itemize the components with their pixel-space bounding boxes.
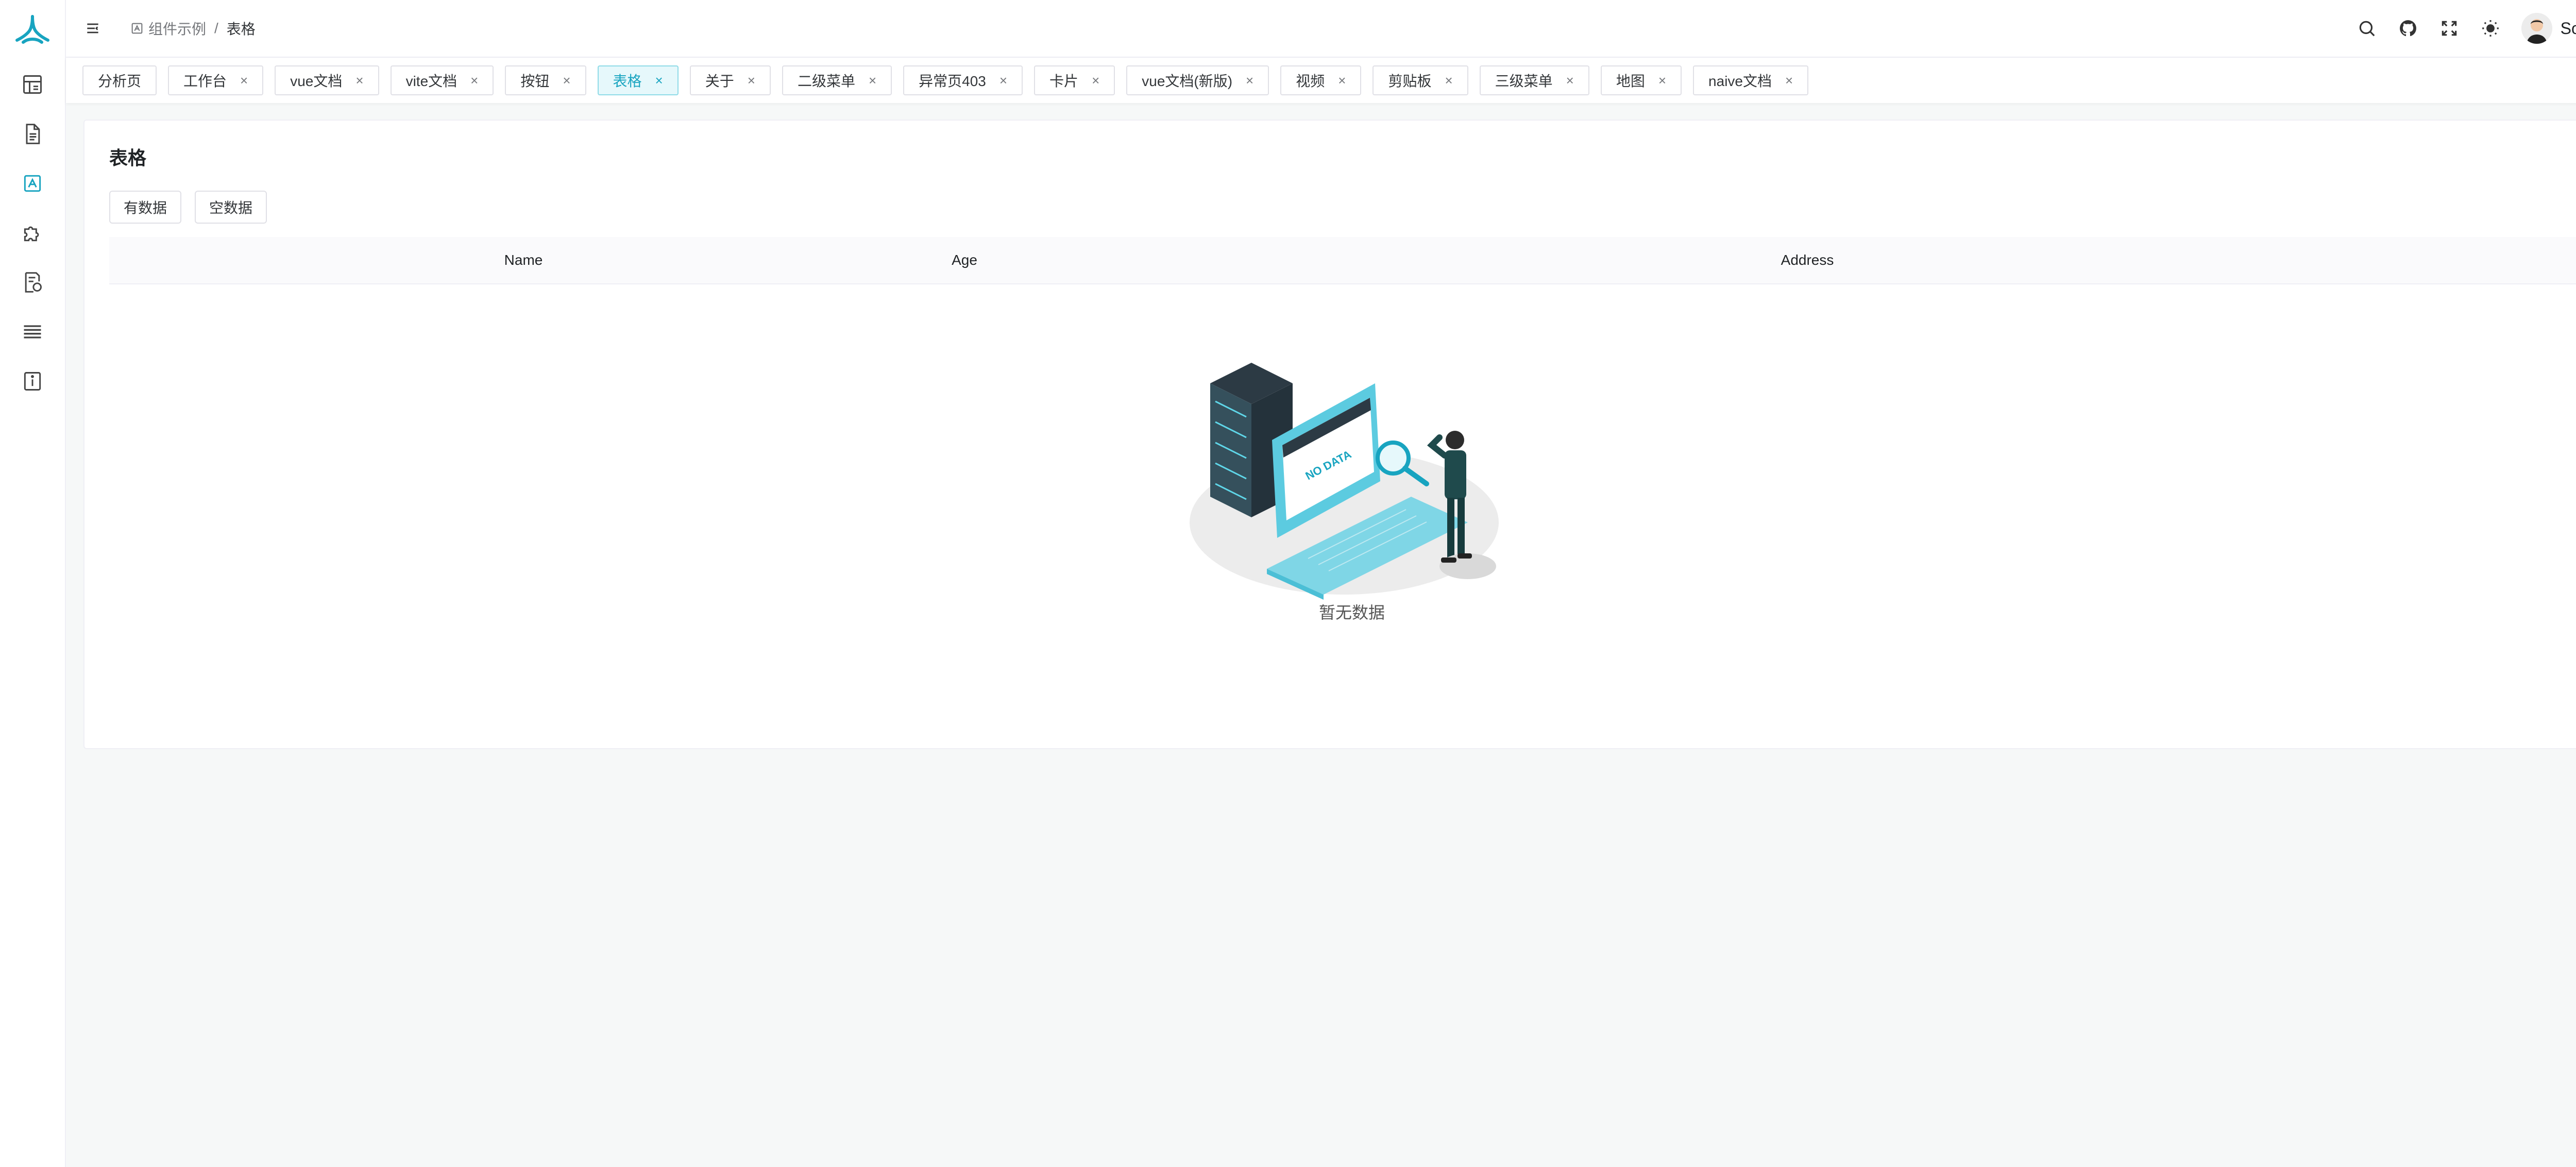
tab-third-menu[interactable]: 三级菜单 × xyxy=(1479,65,1589,95)
exception-icon xyxy=(25,272,42,293)
tab-label: 地图 xyxy=(1616,73,1645,89)
sidebar-item-menu[interactable] xyxy=(0,307,65,357)
tab-second-menu[interactable]: 二级菜单 × xyxy=(782,65,892,95)
breadcrumb-label: 表格 xyxy=(226,21,256,37)
tab-label: 卡片 xyxy=(1049,73,1079,89)
tabs: 分析页 工作台 × vue文档 × vite文档 × 按钮 × 表格 × 关于 × 二级菜单… xyxy=(82,65,1820,95)
tab-close-icon[interactable]: × xyxy=(563,74,570,87)
search-icon xyxy=(2359,21,2375,37)
tab-close-icon[interactable]: × xyxy=(999,74,1007,87)
tab-label: 表格 xyxy=(613,73,642,89)
avatar xyxy=(2521,13,2552,44)
sidebar-item-document[interactable] xyxy=(0,109,65,159)
tab-vite-docs[interactable]: vite文档 × xyxy=(390,65,494,95)
document-icon xyxy=(26,124,40,144)
sidebar-item-about[interactable] xyxy=(0,357,65,406)
tab-close-icon[interactable]: × xyxy=(1092,74,1099,87)
tab-close-icon[interactable]: × xyxy=(240,74,248,87)
component-icon xyxy=(24,175,41,192)
card-title: 表格 xyxy=(109,147,147,168)
tab-label: 分析页 xyxy=(98,73,142,89)
tab-label: 二级菜单 xyxy=(797,73,855,89)
tab-close-icon[interactable]: × xyxy=(869,74,876,87)
tab-label: 视频 xyxy=(1296,73,1325,89)
top-header: 组件示例 / 表格 Soyb xyxy=(66,0,2576,58)
sidebar-item-component[interactable] xyxy=(0,159,65,208)
collapse-menu-icon xyxy=(87,23,98,33)
tab-map[interactable]: 地图 × xyxy=(1600,65,1682,95)
tab-analysis[interactable]: 分析页 xyxy=(82,65,157,95)
plugin-icon xyxy=(24,226,39,242)
tab-video[interactable]: 视频 × xyxy=(1280,65,1362,95)
tab-clipboard[interactable]: 剪贴板 × xyxy=(1372,65,1468,95)
theme-sun-icon xyxy=(2482,20,2499,37)
component-icon xyxy=(131,23,143,34)
search-button[interactable] xyxy=(2346,8,2387,49)
tab-label: vue文档 xyxy=(290,73,343,89)
tab-close-icon[interactable]: × xyxy=(1338,74,1346,87)
tab-vue-docs-new[interactable]: vue文档(新版) × xyxy=(1126,65,1269,95)
tab-table[interactable]: 表格 × xyxy=(597,65,679,95)
tab-label: vue文档(新版) xyxy=(1142,73,1233,89)
tab-close-icon[interactable]: × xyxy=(1658,74,1666,87)
breadcrumb-item-table[interactable]: 表格 xyxy=(227,18,256,39)
tab-close-icon[interactable]: × xyxy=(655,74,663,87)
tab-close-icon[interactable]: × xyxy=(1785,74,1793,87)
tab-close-icon[interactable]: × xyxy=(1246,74,1253,87)
fullscreen-icon xyxy=(2442,21,2456,36)
empty-state: NO DATA 暂无数据 xyxy=(84,363,2576,623)
column-header-age[interactable]: Age xyxy=(952,252,977,268)
tab-bar: 分析页 工作台 × vue文档 × vite文档 × 按钮 × 表格 × 关于 × 二级菜单… xyxy=(66,58,2576,103)
breadcrumb-item-components[interactable]: 组件示例 xyxy=(130,18,206,39)
no-data-illustration: NO DATA xyxy=(1190,363,1499,600)
empty-state-text: 暂无数据 xyxy=(1318,603,1385,622)
tab-close-icon[interactable]: × xyxy=(1445,74,1452,87)
collapse-menu-button[interactable] xyxy=(80,16,105,41)
tab-label: 三级菜单 xyxy=(1495,73,1553,89)
tab-close-icon[interactable]: × xyxy=(1566,74,1574,87)
tab-close-icon[interactable]: × xyxy=(355,74,363,87)
breadcrumb-label: 组件示例 xyxy=(148,21,207,37)
theme-toggle-button[interactable] xyxy=(2470,8,2511,49)
username: Soybean xyxy=(2560,19,2576,38)
button-row: 有数据 空数据 xyxy=(109,191,280,224)
tab-exception-403[interactable]: 异常页403 × xyxy=(903,65,1023,95)
app-logo[interactable] xyxy=(14,12,51,49)
tab-card[interactable]: 卡片 × xyxy=(1034,65,1115,95)
tab-label: 关于 xyxy=(705,73,734,89)
fullscreen-button[interactable] xyxy=(2429,8,2470,49)
tab-vue-docs[interactable]: vue文档 × xyxy=(275,65,379,95)
tab-label: 剪贴板 xyxy=(1388,73,1432,89)
sidebar xyxy=(0,0,66,1167)
header-actions: Soybean xyxy=(2346,8,2576,49)
table-header: Name Age Address xyxy=(109,237,2576,284)
sidebar-item-dashboard[interactable] xyxy=(0,60,65,109)
about-icon xyxy=(24,372,41,391)
empty-data-button[interactable]: 空数据 xyxy=(195,191,267,224)
table-card: 表格 有数据 空数据 Name Age Address NO DATA 暂无数据 xyxy=(83,120,2576,749)
breadcrumb-separator: / xyxy=(214,20,218,36)
sidebar-item-plugin[interactable] xyxy=(0,208,65,258)
sidebar-item-exception[interactable] xyxy=(0,258,65,307)
tab-about[interactable]: 关于 × xyxy=(689,65,771,95)
tab-label: 按钮 xyxy=(520,73,550,89)
tab-button[interactable]: 按钮 × xyxy=(505,65,586,95)
tab-label: naive文档 xyxy=(1708,73,1772,89)
tab-label: vite文档 xyxy=(405,73,457,89)
tab-close-icon[interactable]: × xyxy=(470,74,478,87)
tab-label: 异常页403 xyxy=(919,73,986,89)
column-header-address[interactable]: Address xyxy=(1781,252,1834,268)
column-header-name[interactable]: Name xyxy=(504,252,543,268)
tab-workbench[interactable]: 工作台 × xyxy=(168,65,264,95)
tab-label: 工作台 xyxy=(183,73,227,89)
has-data-button[interactable]: 有数据 xyxy=(109,191,182,224)
dashboard-icon xyxy=(23,75,42,94)
breadcrumb: 组件示例 / 表格 xyxy=(130,18,256,39)
tab-close-icon[interactable]: × xyxy=(748,74,755,87)
github-icon xyxy=(2399,20,2416,37)
github-button[interactable] xyxy=(2387,8,2429,49)
user-menu[interactable]: Soybean xyxy=(2521,13,2576,44)
menu-list-icon xyxy=(24,325,41,339)
tab-naive-docs[interactable]: naive文档 × xyxy=(1693,65,1809,95)
